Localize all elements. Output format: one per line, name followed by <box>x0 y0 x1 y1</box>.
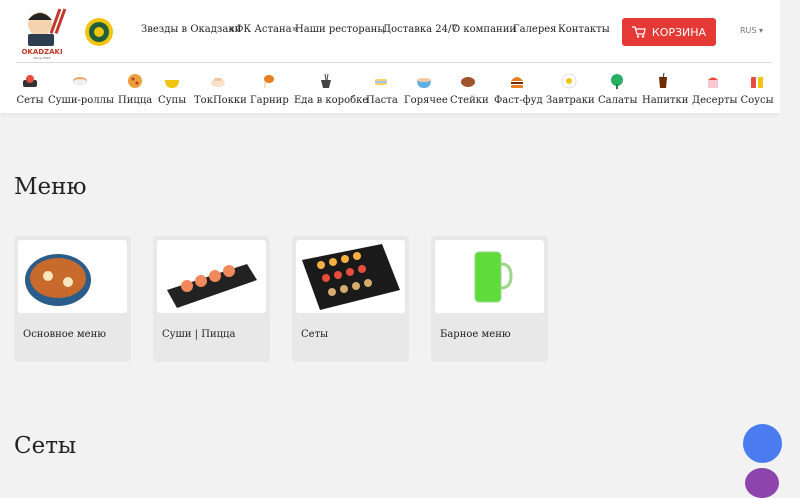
cart-button[interactable]: КОРЗИНА <box>622 18 716 46</box>
category-label: Стейки <box>450 95 489 106</box>
cake-icon <box>708 77 718 88</box>
card-label: Барное меню <box>440 329 511 340</box>
category-soups[interactable]: Супы <box>158 72 186 106</box>
chevron-down-icon: ▾ <box>759 26 764 35</box>
category-label: Соусы <box>740 95 774 106</box>
main-menu-image <box>18 240 127 313</box>
card-label: Сеты <box>301 329 329 340</box>
floating-action-button[interactable] <box>743 424 782 463</box>
sauce-bottle-icon <box>751 77 763 88</box>
page-scrollbar[interactable] <box>780 0 800 474</box>
category-label: Салаты <box>598 95 638 106</box>
category-label: Пицца <box>118 95 153 106</box>
category-label: Гарнир <box>250 95 289 106</box>
bar-menu-image <box>435 240 544 313</box>
category-desserts[interactable]: Десерты <box>692 72 738 106</box>
logo-sub: Since 2016 <box>34 56 51 60</box>
category-label: Десерты <box>692 95 738 106</box>
category-fast-food[interactable]: Фаст-фуд <box>494 72 543 106</box>
language-selector[interactable]: RUS ▾ <box>740 26 763 35</box>
menu-section-title: Меню <box>14 174 87 200</box>
header-divider <box>16 62 772 63</box>
sets-image <box>296 240 405 313</box>
soup-icon <box>165 80 179 88</box>
category-pasta[interactable]: Паста <box>366 72 398 106</box>
burger-icon <box>511 77 523 88</box>
pizza-icon <box>128 74 142 88</box>
category-label: Фаст-фуд <box>494 95 543 106</box>
category-pizza[interactable]: Пицца <box>118 72 152 106</box>
steak-icon <box>461 77 475 87</box>
menu-card-main[interactable]: Основное меню <box>14 236 131 362</box>
category-sets[interactable]: Сеты <box>16 72 44 106</box>
category-sushi-rolls[interactable]: Суши-роллы <box>48 72 114 106</box>
nav-link-restaurants[interactable]: Наши рестораны <box>295 24 385 35</box>
category-label: Напитки <box>642 95 689 106</box>
category-label: Еда в коробке <box>294 95 369 106</box>
category-label: Горячее <box>404 95 448 106</box>
sushi-set-icon <box>23 75 37 87</box>
chat-widget-button[interactable] <box>745 468 779 498</box>
nav-link-about[interactable]: О компании <box>452 24 516 35</box>
menu-card-bar[interactable]: Барное меню <box>431 236 548 362</box>
drink-icon <box>659 72 667 88</box>
category-hot-dishes[interactable]: Горячее <box>404 72 448 106</box>
language-label: RUS <box>740 26 757 35</box>
category-drinks[interactable]: Напитки <box>642 72 689 106</box>
egg-icon <box>561 73 577 89</box>
category-food-in-box[interactable]: Еда в коробке <box>294 72 369 106</box>
sets-section-title: Сеты <box>14 433 77 459</box>
cart-label: КОРЗИНА <box>651 25 707 39</box>
nav-link-stars[interactable]: Звезды в Окадзаки <box>141 24 241 35</box>
sushi-pizza-image <box>157 240 266 313</box>
category-garnish[interactable]: Гарнир <box>250 72 289 106</box>
fc-astana-badge[interactable] <box>84 17 114 47</box>
salad-icon <box>611 74 623 89</box>
category-tokpokki[interactable]: ТокПокки <box>194 72 247 106</box>
menu-card-sets[interactable]: Сеты <box>292 236 409 362</box>
menu-card-sushi-pizza[interactable]: Суши | Пицца <box>153 236 270 362</box>
category-label: ТокПокки <box>194 95 247 106</box>
category-label: Сеты <box>16 95 44 106</box>
category-salads[interactable]: Салаты <box>598 72 638 106</box>
sushi-roll-icon <box>73 77 87 85</box>
logo-text: OKADZAKI <box>21 48 62 56</box>
category-label: Супы <box>158 95 187 106</box>
nav-link-delivery[interactable]: Доставка 24/7 <box>383 24 458 35</box>
cart-icon <box>631 26 646 38</box>
category-steaks[interactable]: Стейки <box>450 72 489 106</box>
bowl-icon <box>417 78 431 88</box>
nav-link-contacts[interactable]: Контакты <box>558 24 610 35</box>
tokpokki-icon <box>211 78 225 87</box>
card-label: Суши | Пицца <box>162 329 236 340</box>
okadzaki-logo[interactable]: OKADZAKI Since 2016 <box>16 6 68 60</box>
category-sauces[interactable]: Соусы <box>740 72 774 106</box>
nav-link-gallery[interactable]: Галерея <box>513 24 556 35</box>
card-label: Основное меню <box>23 329 106 340</box>
category-breakfasts[interactable]: Завтраки <box>546 72 595 106</box>
category-label: Паста <box>366 95 398 106</box>
category-label: Завтраки <box>546 95 595 106</box>
pasta-icon <box>375 79 387 85</box>
category-label: Суши-роллы <box>48 95 114 106</box>
nav-link-fc-astana[interactable]: «ФК Астана» <box>229 24 298 35</box>
site-header: OKADZAKI Since 2016 Звезды в Окадзаки «Ф… <box>0 0 780 113</box>
noodle-box-icon <box>321 73 331 88</box>
drumstick-icon <box>264 75 274 88</box>
